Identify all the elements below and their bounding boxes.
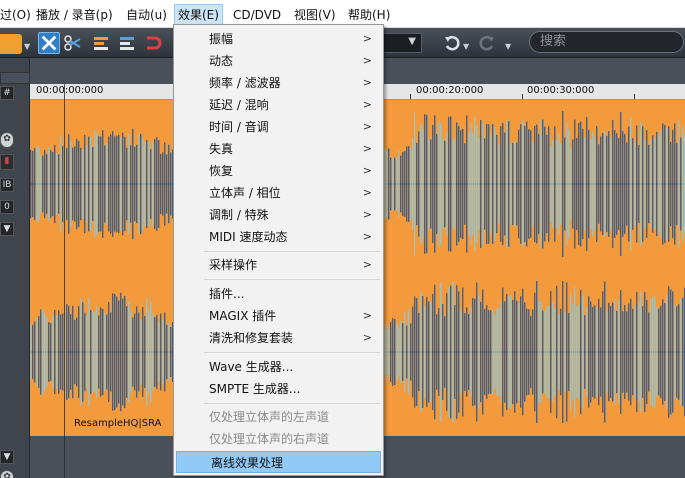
ruler-label: 00:00:20:000: [416, 85, 484, 96]
menu-item-distortion[interactable]: 失真 >: [175, 138, 382, 160]
magnet-icon[interactable]: [144, 34, 162, 52]
zero-label: 0: [0, 200, 14, 214]
menu-effects[interactable]: 效果(E): [174, 4, 223, 26]
effects-menu: 振幅 > 动态 > 频率 / 滤波器 > 延迟 / 混响 > 时间 / 音调 > 失真 > …: [173, 24, 384, 476]
menu-item-stereo-phase[interactable]: 立体声 / 相位 >: [175, 182, 382, 204]
menu-item-label: SMPTE 生成器...: [209, 382, 301, 396]
menu-item-label: 调制 / 特殊: [209, 208, 269, 222]
menu-item-plugins[interactable]: 插件...: [175, 283, 382, 305]
menu-item-label: 仅处理立体声的右声道: [209, 432, 330, 446]
menu-item-label: 振幅: [209, 32, 234, 46]
menu-cd-dvd[interactable]: CD/DVD: [233, 6, 281, 24]
menu-item-dynamics[interactable]: 动态 >: [175, 50, 382, 72]
menu-separator: [204, 352, 380, 353]
menu-view[interactable]: 视图(V): [294, 6, 336, 24]
menu-item-process-left-channel[interactable]: 仅处理立体声的左声道: [175, 406, 382, 428]
color-button[interactable]: [0, 34, 22, 54]
menu-item-cleaning-restoration-suite[interactable]: 清洗和修复套装 >: [175, 327, 382, 349]
menu-item-frequency-filter[interactable]: 频率 / 滤波器 >: [175, 72, 382, 94]
chevron-right-icon: >: [362, 258, 372, 271]
chevron-right-icon: >: [362, 32, 372, 45]
playhead-cursor[interactable]: [64, 84, 65, 478]
menu-item-label: 立体声 / 相位: [209, 186, 281, 200]
ruler-label: 00:00:00:000: [36, 85, 104, 96]
ruler-tick: [634, 94, 635, 99]
menu-item-label: 采样操作: [209, 258, 258, 272]
menu-item-label: 失真: [209, 142, 234, 156]
menu-item-sample-operations[interactable]: 采样操作 >: [175, 254, 382, 276]
ruler-tick: [522, 94, 523, 99]
chevron-down-icon[interactable]: ▼: [24, 42, 30, 51]
chevron-right-icon: >: [362, 186, 372, 199]
menu-item-restoration[interactable]: 恢复 >: [175, 160, 382, 182]
chevron-down-icon[interactable]: ▼: [0, 222, 14, 236]
chevron-right-icon: >: [362, 331, 372, 344]
search-input[interactable]: 搜索: [529, 31, 684, 53]
menu-item-label: 恢复: [209, 164, 234, 178]
chevron-down-icon[interactable]: ▼: [463, 42, 469, 51]
chevron-right-icon: >: [362, 164, 372, 177]
menu-item-label: 延迟 / 混响: [209, 98, 269, 112]
menu-help[interactable]: 帮助(H): [348, 6, 390, 24]
menu-separator: [204, 279, 380, 280]
menu-item-modulation-special[interactable]: 调制 / 特殊 >: [175, 204, 382, 226]
chevron-right-icon: >: [362, 309, 372, 322]
menu-playback-record[interactable]: 播放 / 录音(p): [36, 6, 113, 24]
menu-item-label: Wave 生成器...: [209, 360, 294, 374]
menu-item-delay-reverb[interactable]: 延迟 / 混响 >: [175, 94, 382, 116]
undo-icon[interactable]: [443, 34, 461, 52]
menu-item-label: 离线效果处理: [211, 456, 284, 470]
list-icon[interactable]: [118, 34, 136, 52]
menu-automation[interactable]: 自动(u): [126, 6, 167, 24]
menu-item-magix-plugins[interactable]: MAGIX 插件 >: [175, 305, 382, 327]
menu-item-offline-effects[interactable]: 离线效果处理: [176, 451, 381, 473]
chevron-right-icon: >: [362, 54, 372, 67]
menu-item-midi-velocity[interactable]: MIDI 速度动态 >: [175, 226, 382, 248]
chevron-down-icon[interactable]: ▼: [0, 450, 14, 464]
align-icon[interactable]: [92, 34, 110, 52]
chevron-right-icon: >: [362, 230, 372, 243]
grid-icon[interactable]: #: [0, 86, 14, 100]
menu-separator: [204, 403, 380, 404]
menu-item-label: 频率 / 滤波器: [209, 76, 281, 90]
chevron-right-icon: >: [362, 76, 372, 89]
toolbar-dropdown[interactable]: ▼: [382, 33, 422, 53]
gear-icon[interactable]: ✿: [0, 132, 14, 148]
chevron-right-icon: >: [362, 120, 372, 133]
chevron-right-icon: >: [362, 208, 372, 221]
menu-item-label: 动态: [209, 54, 234, 68]
menu-item-label: 仅处理立体声的左声道: [209, 410, 330, 424]
menu-item-wave-generator[interactable]: Wave 生成器...: [175, 356, 382, 378]
ruler-label: 00:00:30:000: [527, 85, 595, 96]
redo-icon[interactable]: [478, 34, 496, 52]
menu-object[interactable]: 过(O): [0, 6, 31, 24]
chevron-down-icon: ▼: [408, 36, 416, 47]
cross-tool-icon[interactable]: [38, 32, 60, 54]
ruler-tick: [410, 94, 411, 99]
panel-controls[interactable]: [0, 72, 30, 84]
gear-icon[interactable]: ✿: [0, 470, 14, 478]
menu-item-label: 时间 / 音调: [209, 120, 269, 134]
menu-item-process-right-channel[interactable]: 仅处理立体声的右声道: [175, 428, 382, 450]
level-meter: ▮: [0, 154, 14, 170]
track-header-panel: # ✿ ▮ IB 0 ▼ ▼ ✿: [0, 58, 30, 478]
menu-item-label: 插件...: [209, 287, 245, 301]
menu-item-label: 清洗和修复套装: [209, 331, 294, 345]
chevron-right-icon: >: [362, 98, 372, 111]
scissors-icon[interactable]: [64, 34, 82, 52]
chevron-down-icon[interactable]: ▼: [505, 42, 511, 51]
menu-item-label: MIDI 速度动态: [209, 230, 288, 244]
menu-separator: [204, 251, 380, 252]
menu-item-amplitude[interactable]: 振幅 >: [175, 28, 382, 50]
chevron-right-icon: >: [362, 142, 372, 155]
menu-item-time-pitch[interactable]: 时间 / 音调 >: [175, 116, 382, 138]
menu-item-label: MAGIX 插件: [209, 309, 277, 323]
db-label: IB: [0, 178, 14, 192]
track-object-name: ResampleHQ|SRA: [74, 418, 162, 429]
menu-item-smpte-generator[interactable]: SMPTE 生成器...: [175, 378, 382, 400]
